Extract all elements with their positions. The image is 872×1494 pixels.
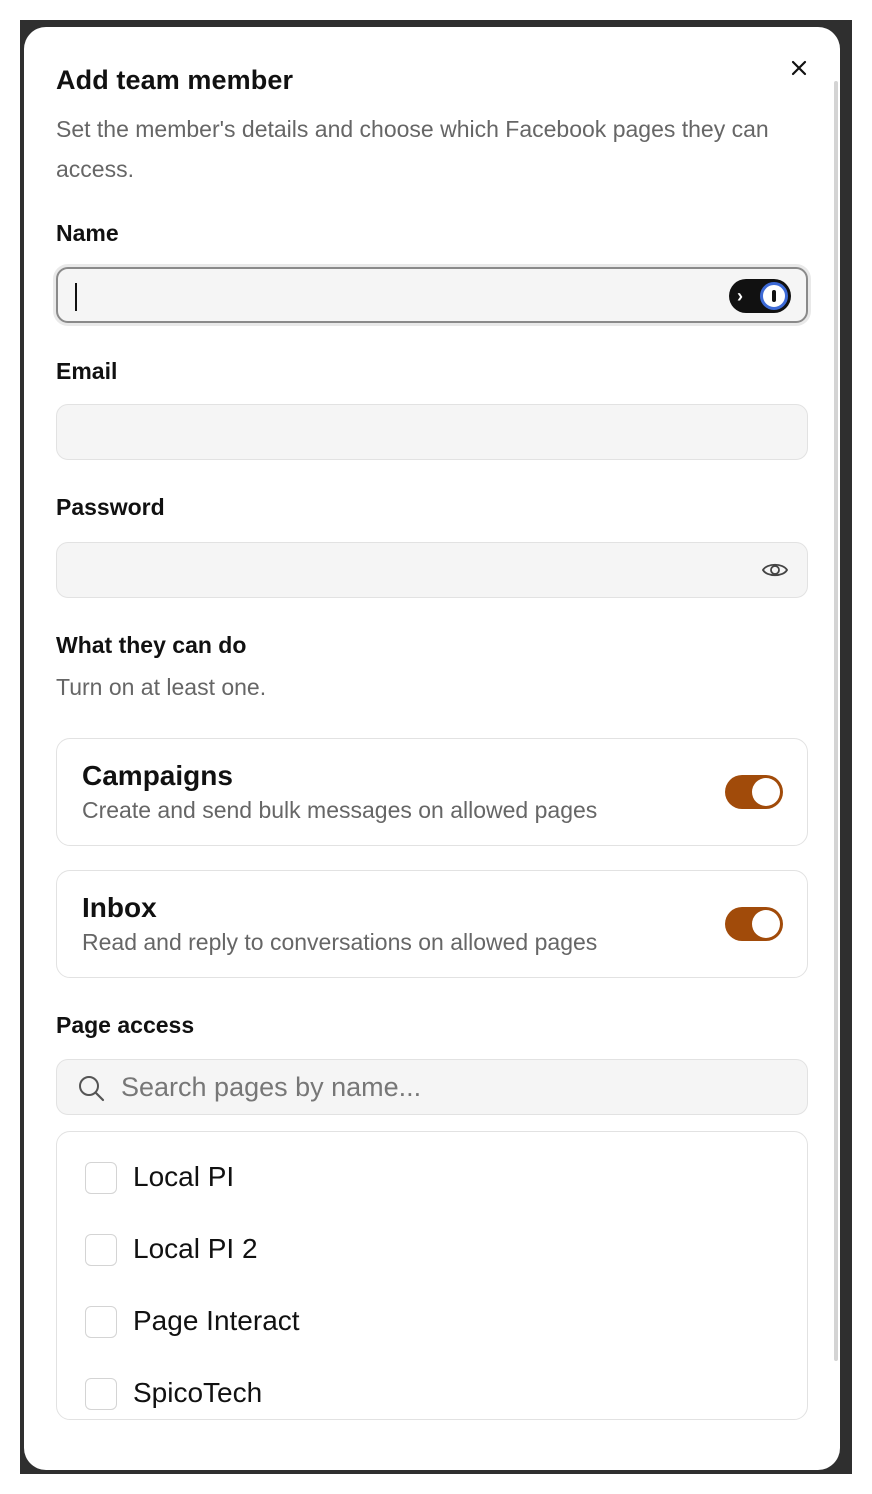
permission-title: Campaigns	[82, 760, 233, 791]
permission-card-campaigns: Campaigns Create and send bulk messages …	[56, 738, 808, 846]
text-caret	[75, 283, 77, 311]
permission-title: Inbox	[82, 892, 157, 923]
email-field[interactable]	[57, 405, 807, 459]
dialog-title: Add team member	[56, 65, 294, 95]
page-list: Local PI Local PI 2 Page Interact SpicoT…	[56, 1131, 808, 1420]
email-label: Email	[56, 358, 118, 384]
name-field[interactable]	[58, 269, 806, 321]
permission-card-inbox: Inbox Read and reply to conversations on…	[56, 870, 808, 978]
inbox-toggle[interactable]	[725, 907, 783, 941]
add-team-member-dialog: Add team member Set the member's details…	[24, 27, 840, 1470]
chevron-right-icon: ›	[737, 286, 743, 306]
page-search-input[interactable]	[121, 1060, 781, 1114]
page-search-wrapper	[56, 1059, 808, 1115]
dialog-subtitle: Set the member's details and choose whic…	[56, 116, 769, 182]
page-checkbox[interactable]	[85, 1306, 117, 1338]
page-name: Local PI	[133, 1161, 235, 1192]
password-manager-button[interactable]: ›	[729, 279, 791, 313]
scrollbar[interactable]	[832, 67, 840, 1361]
name-field-wrapper: ›	[56, 267, 808, 323]
eye-icon[interactable]	[761, 557, 789, 583]
page-checkbox[interactable]	[85, 1234, 117, 1266]
password-field-wrapper	[56, 542, 808, 598]
permissions-heading: What they can do	[56, 632, 247, 658]
permissions-hint: Turn on at least one.	[56, 674, 267, 700]
search-icon	[79, 1076, 105, 1102]
page-access-heading: Page access	[56, 1012, 195, 1038]
campaigns-toggle[interactable]	[725, 775, 783, 809]
page-checkbox[interactable]	[85, 1378, 117, 1410]
toggle-knob	[752, 910, 780, 938]
toggle-knob	[752, 778, 780, 806]
page-name: Page Interact	[133, 1305, 300, 1336]
password-manager-icon	[760, 282, 788, 310]
close-button[interactable]	[788, 57, 810, 79]
permission-description: Create and send bulk messages on allowed…	[82, 797, 598, 823]
close-icon	[791, 60, 807, 76]
scrollbar-thumb[interactable]	[834, 81, 838, 1361]
password-field[interactable]	[57, 543, 807, 597]
password-label: Password	[56, 494, 165, 520]
name-label: Name	[56, 220, 119, 246]
permission-description: Read and reply to conversations on allow…	[82, 929, 598, 955]
page-name: SpicoTech	[133, 1377, 263, 1408]
email-field-wrapper	[56, 404, 808, 460]
page-name: Local PI 2	[133, 1233, 258, 1264]
page-checkbox[interactable]	[85, 1162, 117, 1194]
